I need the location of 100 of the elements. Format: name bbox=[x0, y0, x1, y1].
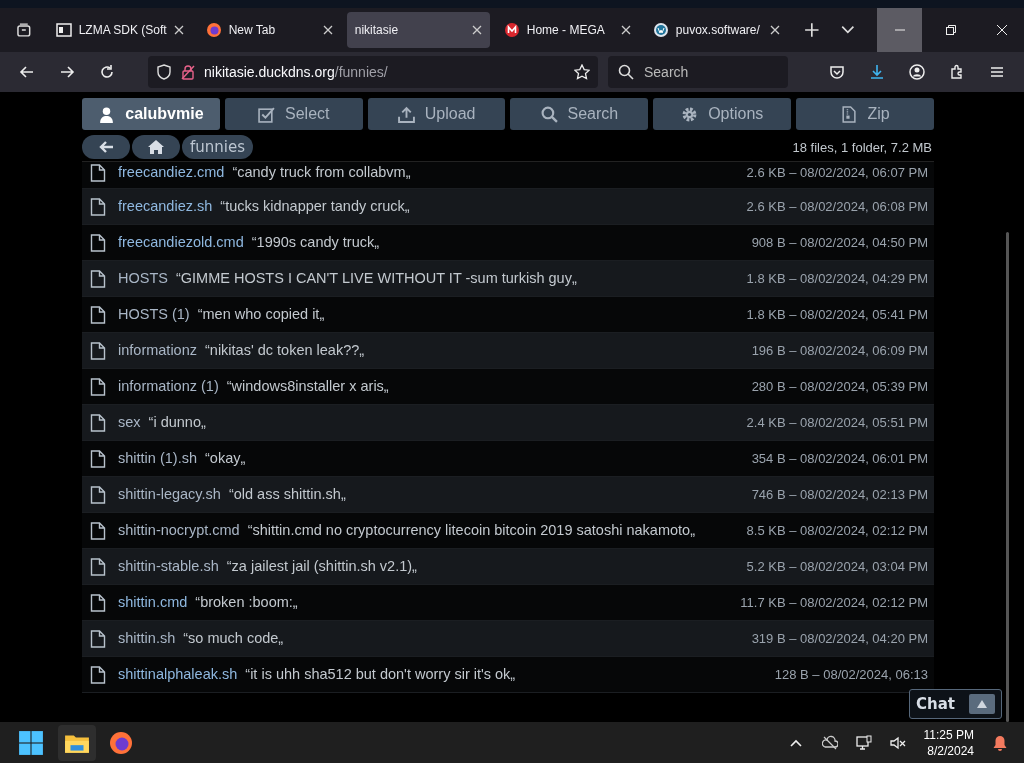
clock-time[interactable]: 11:25 PM bbox=[923, 726, 974, 743]
toolbar-button[interactable]: Upload bbox=[367, 98, 506, 130]
file-row[interactable]: shittinalphaleak.sh “it is uhh sha512 but don't worry sir it's ok„ 128 B – 08/02/2024, 06:13 bbox=[82, 657, 934, 693]
breadcrumb-link[interactable]: funnies bbox=[182, 135, 253, 159]
file-row[interactable]: informationz (1) “windows8installer x aris„ 280 B – 08/02/2024, 05:39 PM bbox=[82, 369, 934, 405]
file-name-link[interactable]: shittin.sh bbox=[118, 630, 176, 646]
browser-tab[interactable]: nikitasie bbox=[346, 12, 490, 48]
back-button[interactable] bbox=[82, 135, 130, 159]
close-tab-icon[interactable] bbox=[173, 25, 184, 35]
file-row[interactable]: freecandiez.cmd “candy truck from collabvm„ 2.6 KB – 08/02/2024, 06:07 PM bbox=[82, 162, 934, 189]
tab-favicon-icon bbox=[652, 22, 669, 38]
file-comment: “shittin.cmd no cryptocurrency litecoin bitcoin 2019 satoshi nakamoto„ bbox=[247, 522, 695, 538]
file-comment: “old ass shittin.sh„ bbox=[228, 486, 346, 502]
browser-tab[interactable]: Home - MEGA bbox=[495, 12, 639, 48]
file-meta: 1.8 KB – 08/02/2024, 05:41 PM bbox=[746, 307, 928, 324]
file-name-link[interactable]: HOSTS (1) bbox=[118, 306, 190, 322]
browser-tab[interactable]: New Tab bbox=[197, 12, 341, 48]
file-icon bbox=[90, 270, 106, 288]
back-arrow-icon bbox=[98, 139, 114, 155]
file-icon bbox=[90, 414, 106, 432]
file-name-link[interactable]: shittinalphaleak.sh bbox=[118, 666, 238, 682]
file-row[interactable]: shittin-stable.sh “za jailest jail (shittin.sh v2.1)„ 5.2 KB – 08/02/2024, 03:04 PM bbox=[82, 549, 934, 585]
toolbar-button[interactable]: Zip bbox=[796, 98, 934, 130]
user-icon bbox=[98, 105, 116, 123]
file-meta: 5.2 KB – 08/02/2024, 03:04 PM bbox=[746, 559, 928, 576]
toolbar-button[interactable]: Search bbox=[510, 98, 649, 130]
toolbar-button[interactable]: calubvmie bbox=[82, 98, 220, 130]
restore-icon bbox=[945, 25, 956, 35]
gear-icon bbox=[681, 105, 699, 123]
file-name-link[interactable]: freecandiez.cmd bbox=[118, 164, 225, 180]
file-meta: 8.5 KB – 08/02/2024, 02:12 PM bbox=[746, 523, 928, 540]
close-tab-icon[interactable] bbox=[769, 25, 780, 35]
file-meta: 319 B – 08/02/2024, 04:20 PM bbox=[751, 631, 928, 648]
file-name-link[interactable]: shittin.cmd bbox=[118, 594, 188, 610]
zip-file-icon bbox=[840, 105, 858, 123]
file-icon bbox=[90, 630, 106, 648]
file-comment: “candy truck from collabvm„ bbox=[232, 164, 411, 180]
file-name-link[interactable]: shittin-stable.sh bbox=[118, 558, 219, 574]
file-icon bbox=[90, 450, 106, 468]
file-name-link[interactable]: informationz (1) bbox=[118, 378, 219, 394]
file-icon bbox=[90, 306, 106, 324]
file-row[interactable]: shittin-nocrypt.cmd “shittin.cmd no cryptocurrency litecoin bitcoin 2019 satoshi nakamoto„ 8.5 KB – 08/02/2024, 02:12 PM bbox=[82, 513, 934, 549]
file-name-link[interactable]: shittin-legacy.sh bbox=[118, 486, 221, 502]
file-row[interactable]: HOSTS (1) “men who copied it„ 1.8 KB – 08/02/2024, 05:41 PM bbox=[82, 297, 934, 333]
search-icon bbox=[618, 64, 634, 80]
file-icon bbox=[90, 558, 106, 576]
file-row[interactable]: sex “i dunno„ 2.4 KB – 08/02/2024, 05:51 PM bbox=[82, 405, 934, 441]
file-icon bbox=[90, 342, 106, 360]
toolbar-button[interactable]: Options bbox=[653, 98, 792, 130]
browser-tab[interactable]: LZMA SDK (Soft bbox=[47, 12, 192, 48]
close-tab-icon[interactable] bbox=[322, 25, 333, 35]
address-bar[interactable]: nikitasie.duckdns.org/funnies/ bbox=[148, 56, 598, 88]
browser-tab[interactable]: puvox.software/ bbox=[644, 12, 788, 48]
file-meta: 2.6 KB – 08/02/2024, 06:08 PM bbox=[746, 199, 928, 216]
file-icon bbox=[90, 164, 106, 182]
close-tab-icon[interactable] bbox=[471, 25, 482, 35]
upload-icon bbox=[397, 105, 415, 123]
windows-start-icon[interactable] bbox=[18, 729, 44, 756]
search-field[interactable]: Search bbox=[608, 56, 788, 88]
clock-date[interactable]: 8/2/2024 bbox=[927, 742, 974, 759]
file-row[interactable]: shittin (1).sh “okay„ 354 B – 08/02/2024, 06:01 PM bbox=[82, 441, 934, 477]
file-row[interactable]: freecandiez.sh “tucks kidnapper tandy cruck„ 2.6 KB – 08/02/2024, 06:08 PM bbox=[82, 189, 934, 225]
chat-button[interactable]: Chat bbox=[909, 689, 1002, 719]
file-name-link[interactable]: freecandiezold.cmd bbox=[118, 234, 244, 250]
file-name-link[interactable]: freecandiez.sh bbox=[118, 198, 213, 214]
file-meta: 746 B – 08/02/2024, 02:13 PM bbox=[751, 487, 928, 504]
file-icon bbox=[90, 666, 106, 684]
file-comment: “so much code„ bbox=[183, 630, 284, 646]
minimize-button[interactable] bbox=[877, 8, 923, 52]
file-row[interactable]: informationz “nikitas' dc token leak??„ 196 B – 08/02/2024, 06:09 PM bbox=[82, 333, 934, 369]
file-icon bbox=[90, 522, 106, 540]
file-name-link[interactable]: shittin (1).sh bbox=[118, 450, 197, 466]
close-tab-icon[interactable] bbox=[620, 25, 631, 35]
file-comment: “za jailest jail (shittin.sh v2.1)„ bbox=[226, 558, 417, 574]
new-tab-icon[interactable] bbox=[803, 22, 820, 38]
file-meta: 196 B – 08/02/2024, 06:09 PM bbox=[751, 343, 928, 360]
file-row[interactable]: HOSTS “GIMME HOSTS I CAN'T LIVE WITHOUT IT -sum turkish guy„ 1.8 KB – 08/02/2024, 04:29 PM bbox=[82, 261, 934, 297]
file-name-link[interactable]: HOSTS bbox=[118, 270, 168, 286]
file-meta: 2.4 KB – 08/02/2024, 05:51 PM bbox=[746, 415, 928, 432]
file-name-link[interactable]: informationz bbox=[118, 342, 197, 358]
bookmark-star-icon[interactable] bbox=[574, 64, 590, 80]
search-icon bbox=[540, 105, 558, 123]
file-comment: “windows8installer x aris„ bbox=[226, 378, 389, 394]
file-meta: 908 B – 08/02/2024, 04:50 PM bbox=[751, 235, 928, 252]
firefox-icon bbox=[109, 730, 133, 755]
file-icon bbox=[90, 234, 106, 252]
file-name-link[interactable]: shittin-nocrypt.cmd bbox=[118, 522, 240, 538]
file-row[interactable]: shittin.sh “so much code„ 319 B – 08/02/2024, 04:20 PM bbox=[82, 621, 934, 657]
file-row[interactable]: freecandiezold.cmd “1990s candy truck„ 908 B – 08/02/2024, 04:50 PM bbox=[82, 225, 934, 261]
file-comment: “broken :boom:„ bbox=[195, 594, 298, 610]
file-meta: 128 B – 08/02/2024, 06:13 bbox=[774, 667, 928, 684]
shield-icon bbox=[156, 64, 172, 80]
file-row[interactable]: shittin.cmd “broken :boom:„ 11.7 KB – 08/02/2024, 02:12 PM bbox=[82, 585, 934, 621]
home-button[interactable] bbox=[132, 135, 180, 159]
file-row[interactable]: shittin-legacy.sh “old ass shittin.sh„ 746 B – 08/02/2024, 02:13 PM bbox=[82, 477, 934, 513]
toolbar-button[interactable]: Select bbox=[224, 98, 363, 130]
tab-list-icon[interactable] bbox=[16, 22, 32, 38]
file-meta: 280 B – 08/02/2024, 05:39 PM bbox=[751, 379, 928, 396]
file-explorer-button[interactable] bbox=[58, 724, 96, 761]
file-name-link[interactable]: sex bbox=[118, 414, 141, 430]
